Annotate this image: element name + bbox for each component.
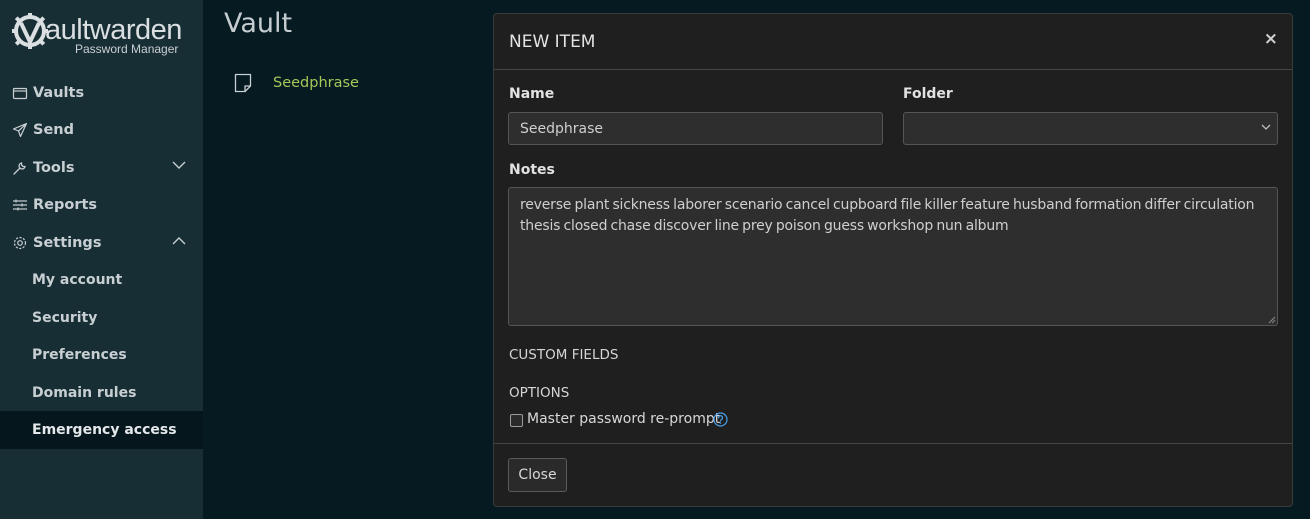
reprompt-label[interactable]: Master password re-prompt <box>527 411 720 427</box>
sidebar-item-send[interactable]: Send <box>0 111 203 148</box>
sidebar-subitem-emergency-access[interactable]: Emergency access <box>0 411 203 449</box>
name-label: Name <box>509 86 555 102</box>
wrench-icon <box>12 160 28 176</box>
sidebar-item-label: Send <box>33 121 74 138</box>
chevron-down-icon[interactable] <box>172 161 186 170</box>
options-heading: OPTIONS <box>509 385 570 401</box>
sidebar-subitem-preferences[interactable]: Preferences <box>0 336 203 374</box>
vault-list-item[interactable]: Seedphrase <box>234 71 359 95</box>
sidebar-subitem-label: Domain rules <box>32 384 137 401</box>
notes-label: Notes <box>509 162 555 178</box>
close-button[interactable]: Close <box>508 458 567 492</box>
folder-label: Folder <box>903 86 953 102</box>
sidebar-item-reports[interactable]: Reports <box>0 186 203 223</box>
sidebar-item-label: Vaults <box>33 84 85 101</box>
close-icon[interactable]: × <box>1264 29 1278 49</box>
custom-fields-heading: CUSTOM FIELDS <box>509 347 619 363</box>
sidebar-subitem-label: Preferences <box>32 346 127 363</box>
help-icon[interactable] <box>713 412 728 427</box>
folder-select[interactable] <box>903 112 1278 145</box>
send-icon <box>12 122 28 138</box>
resize-grip-icon[interactable] <box>1267 315 1276 324</box>
sidebar-subitem-label: Security <box>32 309 98 326</box>
dialog-header: NEW ITEM × <box>494 14 1292 70</box>
logo-subtitle: Password Manager <box>75 42 179 56</box>
sidebar-subitem-label: My account <box>32 271 123 288</box>
sidebar-item-label: Settings <box>33 234 102 251</box>
sliders-icon <box>12 197 28 213</box>
chevron-down-icon <box>1261 124 1271 130</box>
sidebar-subitem-label: Emergency access <box>32 421 177 438</box>
sidebar: aultwarden Password Manager Vaults Send … <box>0 0 203 519</box>
sidebar-subitem-security[interactable]: Security <box>0 299 203 337</box>
notes-text: reverse plant sickness laborer scenario … <box>520 197 1255 234</box>
notes-textarea[interactable]: reverse plant sickness laborer scenario … <box>508 187 1278 326</box>
dialog-footer-divider <box>494 443 1292 444</box>
vault-icon <box>12 85 28 101</box>
sidebar-item-vaults[interactable]: Vaults <box>0 74 203 111</box>
gear-icon <box>12 235 28 251</box>
name-input[interactable]: Seedphrase <box>508 112 883 145</box>
sidebar-item-label: Tools <box>33 159 75 176</box>
sidebar-subitem-my-account[interactable]: My account <box>0 261 203 299</box>
reprompt-checkbox[interactable] <box>510 414 523 427</box>
dialog-title: NEW ITEM <box>509 32 596 52</box>
page-title: Vault <box>224 8 293 39</box>
sidebar-subitem-domain-rules[interactable]: Domain rules <box>0 374 203 412</box>
note-icon <box>234 73 252 93</box>
vaultwarden-logo[interactable]: aultwarden Password Manager <box>11 12 191 58</box>
new-item-dialog: NEW ITEM × Name Seedphrase Folder Notes … <box>493 13 1293 507</box>
sidebar-item-settings[interactable]: Settings <box>0 224 203 261</box>
sidebar-item-tools[interactable]: Tools <box>0 149 203 186</box>
vault-item-name-link[interactable]: Seedphrase <box>273 75 359 91</box>
sidebar-item-label: Reports <box>33 196 98 213</box>
chevron-up-icon[interactable] <box>172 236 186 245</box>
